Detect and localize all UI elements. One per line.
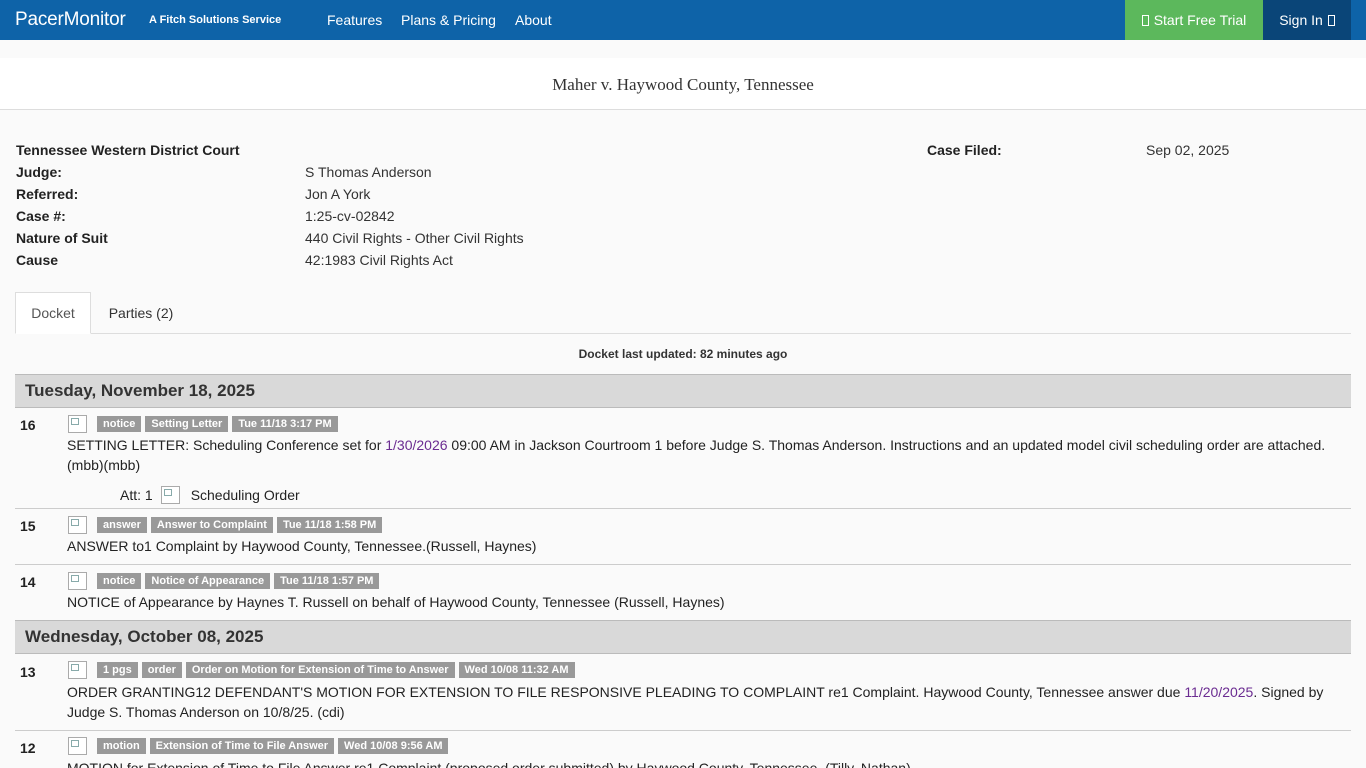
- document-icon[interactable]: [68, 415, 87, 433]
- document-icon[interactable]: [68, 737, 87, 755]
- entry-divider: [15, 564, 1351, 565]
- entry-tag: Answer to Complaint: [150, 517, 273, 533]
- entry-tags: notice Notice of Appearance Tue 11/18 1:…: [68, 572, 380, 590]
- entry-number: 15: [20, 518, 36, 534]
- referred-value: Jon A York: [305, 186, 371, 202]
- brand-tagline: A Fitch Solutions Service: [149, 14, 282, 26]
- tab-divider: [91, 333, 1351, 334]
- case-title-strip: Maher v. Haywood County, Tennessee: [0, 58, 1366, 110]
- document-icon[interactable]: [68, 661, 87, 679]
- attachment-row: Att: 1 Scheduling Order: [120, 486, 300, 504]
- judge-value: S Thomas Anderson: [305, 164, 432, 180]
- entry-tag: Wed 10/08 9:56 AM: [338, 738, 449, 754]
- judge-label: Judge:: [16, 164, 62, 180]
- entry-text: NOTICE of Appearance by Haynes T. Russel…: [67, 594, 725, 610]
- date-link[interactable]: 11/20/2025: [1184, 684, 1253, 700]
- entry-tags: answer Answer to Complaint Tue 11/18 1:5…: [68, 516, 383, 534]
- entry-tag: Extension of Time to File Answer: [149, 738, 335, 754]
- nature-of-suit-label: Nature of Suit: [16, 230, 108, 246]
- document-icon[interactable]: [160, 486, 180, 504]
- docket-date-header: Wednesday, October 08, 2025: [15, 620, 1351, 654]
- attachment-label: Att: 1: [120, 487, 153, 503]
- entry-text: MOTION for Extension of Time to File Ans…: [67, 760, 911, 768]
- entry-tag: notice: [97, 416, 142, 432]
- sign-in-label: Sign In: [1279, 12, 1323, 28]
- attachment-name[interactable]: Scheduling Order: [191, 487, 300, 503]
- start-free-trial-button[interactable]: Start Free Trial: [1125, 0, 1263, 40]
- entry-tag: Notice of Appearance: [145, 573, 271, 589]
- entry-number: 16: [20, 417, 36, 433]
- nav-about-link[interactable]: About: [515, 12, 552, 28]
- docket-date-header: Tuesday, November 18, 2025: [15, 374, 1351, 408]
- cause-label: Cause: [16, 252, 59, 268]
- top-navbar: PacerMonitor A Fitch Solutions Service F…: [0, 0, 1366, 40]
- entry-tags: notice Setting Letter Tue 11/18 3:17 PM: [68, 415, 338, 433]
- entry-tags: 1 pgs order Order on Motion for Extensio…: [68, 661, 575, 679]
- start-free-trial-label: Start Free Trial: [1153, 12, 1247, 28]
- entry-text: ANSWER to1 Complaint by Haywood County, …: [67, 538, 537, 554]
- entry-tag: motion: [97, 738, 146, 754]
- tab-parties[interactable]: Parties (2): [91, 292, 191, 334]
- entry-tag: Order on Motion for Extension of Time to…: [185, 662, 455, 678]
- case-number-value: 1:25-cv-02842: [305, 208, 395, 224]
- missing-glyph-icon: [1327, 14, 1335, 26]
- entry-tag: Tue 11/18 1:58 PM: [276, 517, 383, 533]
- docket-last-updated: Docket last updated: 82 minutes ago: [578, 347, 788, 361]
- tab-docket[interactable]: Docket: [15, 292, 91, 334]
- entry-text-part: SETTING LETTER: Scheduling Conference se…: [67, 437, 386, 453]
- cause-value: 42:1983 Civil Rights Act: [305, 252, 453, 268]
- entry-divider: [15, 508, 1351, 509]
- entry-tag: answer: [97, 517, 147, 533]
- entry-text-part: ORDER GRANTING12 DEFENDANT'S MOTION FOR …: [67, 684, 1185, 700]
- entry-tag: Setting Letter: [145, 416, 229, 432]
- court-name: Tennessee Western District Court: [16, 142, 240, 158]
- nature-of-suit-value: 440 Civil Rights - Other Civil Rights: [305, 230, 524, 246]
- entry-divider: [15, 730, 1351, 731]
- entry-tag: notice: [97, 573, 142, 589]
- entry-tags: motion Extension of Time to File Answer …: [68, 737, 449, 755]
- entry-number: 12: [20, 740, 36, 756]
- referred-label: Referred:: [16, 186, 79, 202]
- case-title: Maher v. Haywood County, Tennessee: [552, 75, 814, 94]
- entry-tag: Tue 11/18 1:57 PM: [274, 573, 380, 589]
- case-number-label: Case #:: [16, 208, 66, 224]
- missing-glyph-icon: [1141, 14, 1149, 26]
- entry-tag: Tue 11/18 3:17 PM: [232, 416, 338, 432]
- entry-text: SETTING LETTER: Scheduling Conference se…: [67, 435, 1342, 475]
- date-link[interactable]: 1/30/2026: [385, 437, 447, 453]
- entry-number: 14: [20, 574, 36, 590]
- document-icon[interactable]: [68, 516, 87, 534]
- brand-logo[interactable]: PacerMonitor: [15, 9, 126, 31]
- entry-tag: Wed 10/08 11:32 AM: [458, 662, 575, 678]
- sign-in-button[interactable]: Sign In: [1263, 0, 1351, 40]
- case-filed-value: Sep 02, 2025: [1146, 142, 1230, 158]
- entry-tag: 1 pgs: [97, 662, 138, 678]
- case-filed-label: Case Filed:: [927, 142, 1002, 158]
- entry-number: 13: [20, 664, 36, 680]
- nav-features-link[interactable]: Features: [327, 12, 382, 28]
- nav-plans-pricing-link[interactable]: Plans & Pricing: [401, 12, 496, 28]
- entry-text: ORDER GRANTING12 DEFENDANT'S MOTION FOR …: [67, 682, 1342, 722]
- entry-tag: order: [141, 662, 182, 678]
- document-icon[interactable]: [68, 572, 87, 590]
